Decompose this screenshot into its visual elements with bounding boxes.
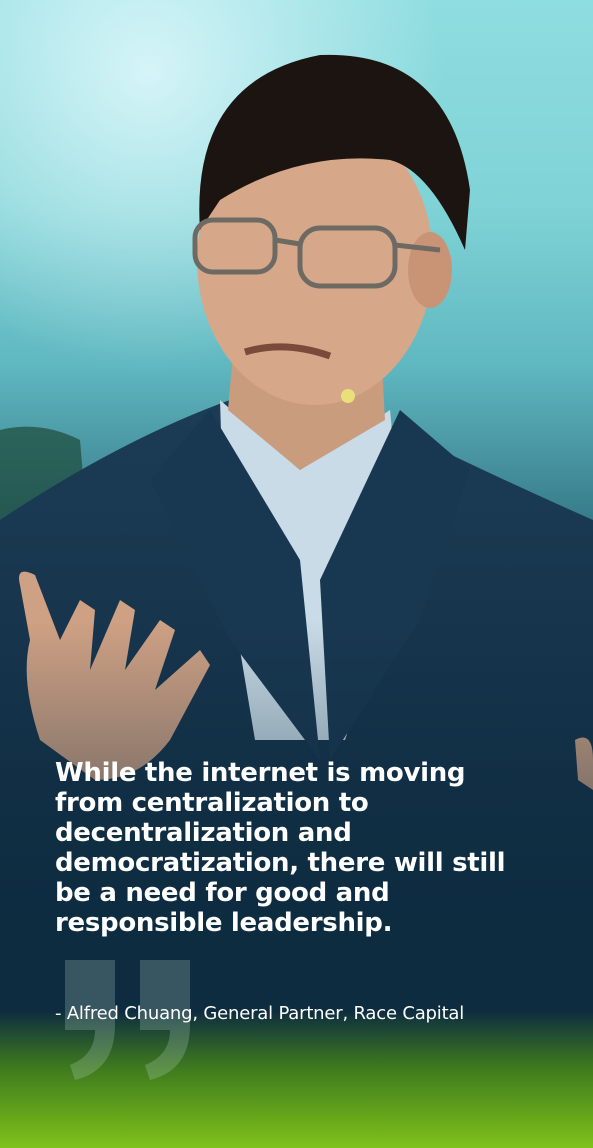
quote-card: While the internet is moving from centra… bbox=[0, 0, 593, 1148]
quote-attribution: - Alfred Chuang, General Partner, Race C… bbox=[55, 1003, 465, 1024]
quote-text: While the internet is moving from centra… bbox=[55, 758, 506, 938]
